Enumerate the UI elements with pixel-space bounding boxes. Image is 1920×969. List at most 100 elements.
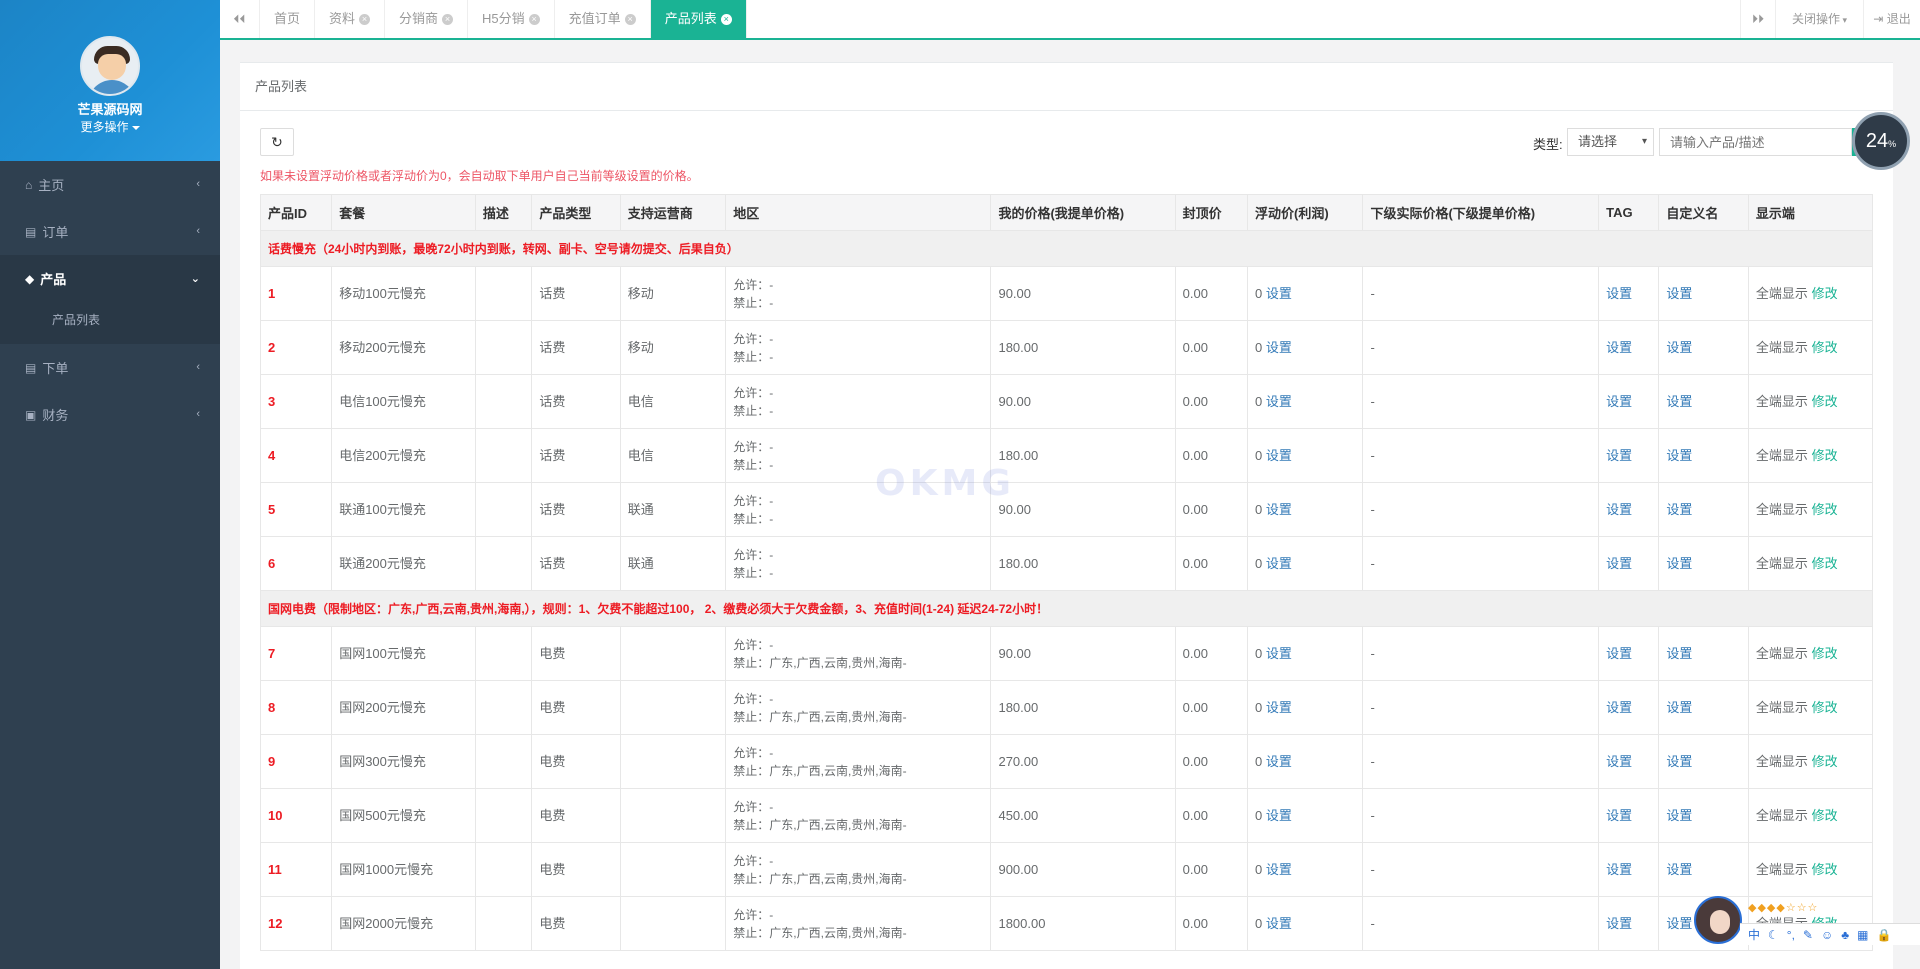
- tab-2[interactable]: 分销商 ×: [385, 0, 469, 38]
- tab-0[interactable]: 首页: [260, 0, 316, 38]
- custom-name-set-link[interactable]: 设置: [1666, 808, 1692, 823]
- display-edit-link[interactable]: 修改: [1812, 754, 1838, 769]
- tag-set-link[interactable]: 设置: [1606, 916, 1632, 931]
- custom-name-set-link[interactable]: 设置: [1666, 394, 1692, 409]
- float-set-link[interactable]: 设置: [1266, 916, 1292, 931]
- avatar[interactable]: [80, 36, 140, 96]
- product-id: 11: [259, 842, 333, 897]
- chevron-left-icon: ‹: [196, 178, 200, 190]
- product-id: 9: [259, 734, 333, 789]
- tab-5[interactable]: 产品列表 ×: [650, 0, 747, 38]
- float-set-link[interactable]: 设置: [1266, 286, 1292, 301]
- float-set-link[interactable]: 设置: [1266, 700, 1292, 715]
- tag-set-link[interactable]: 设置: [1606, 808, 1632, 823]
- tag-set-link[interactable]: 设置: [1606, 754, 1632, 769]
- custom-name-cell: 设置: [1658, 482, 1749, 537]
- custom-name-set-link[interactable]: 设置: [1666, 286, 1692, 301]
- skin-icon[interactable]: ♣: [1841, 928, 1849, 942]
- display-edit-link[interactable]: 修改: [1812, 502, 1838, 517]
- float-set-link[interactable]: 设置: [1266, 862, 1292, 877]
- moon-icon[interactable]: ☾: [1768, 928, 1779, 942]
- float-set-link[interactable]: 设置: [1266, 754, 1292, 769]
- tag-set-link[interactable]: 设置: [1606, 502, 1632, 517]
- sidebar-item-4[interactable]: ▣ 财务 ‹: [0, 391, 220, 438]
- product-desc: [474, 788, 533, 843]
- tag-set-link[interactable]: 设置: [1606, 646, 1632, 661]
- custom-name-set-link[interactable]: 设置: [1666, 916, 1692, 931]
- float-value: 0: [1255, 807, 1263, 823]
- tag-set-link[interactable]: 设置: [1606, 448, 1632, 463]
- tag-set-link[interactable]: 设置: [1606, 286, 1632, 301]
- sidebar-item-0[interactable]: ⌂ 主页 ‹: [0, 161, 220, 208]
- tab-3[interactable]: H5分销 ×: [468, 0, 555, 38]
- tabs-scroll-right-button[interactable]: ⏵⏵: [1740, 0, 1776, 38]
- table-row: 3 电信100元慢充 话费 电信 允许：- 禁止：- 90.00 0.00 0 设置 - 设置 设置全…: [259, 374, 1874, 429]
- ime-language-label[interactable]: 中: [1748, 926, 1760, 943]
- refresh-button[interactable]: ↻: [260, 128, 294, 156]
- close-ops-dropdown[interactable]: 关闭操作 ▾: [1776, 0, 1864, 38]
- close-icon[interactable]: ×: [624, 14, 636, 26]
- chevron-left-icon: ‹: [196, 225, 200, 237]
- column-header: 显示端: [1747, 194, 1874, 231]
- custom-name-set-link[interactable]: 设置: [1666, 448, 1692, 463]
- float-set-link[interactable]: 设置: [1266, 556, 1292, 571]
- tab-1[interactable]: 资料 ×: [315, 0, 386, 38]
- display-cell: 全端显示 修改: [1747, 680, 1874, 735]
- cap-price: 0.00: [1174, 536, 1249, 591]
- grid-icon[interactable]: ▦: [1857, 928, 1868, 942]
- search-input[interactable]: [1659, 128, 1852, 156]
- display-edit-link[interactable]: 修改: [1812, 556, 1838, 571]
- tab-4[interactable]: 充值订单 ×: [555, 0, 651, 38]
- float-set-link[interactable]: 设置: [1266, 340, 1292, 355]
- display-edit-link[interactable]: 修改: [1812, 448, 1838, 463]
- custom-name-set-link[interactable]: 设置: [1666, 646, 1692, 661]
- float-set-link[interactable]: 设置: [1266, 646, 1292, 661]
- type-select[interactable]: 请选择 ▾: [1567, 128, 1654, 156]
- wrench-icon[interactable]: ✎: [1803, 928, 1813, 942]
- product-type: 电费: [531, 842, 621, 897]
- product-carrier: 电信: [619, 374, 727, 429]
- emoji-icon[interactable]: ☺: [1821, 928, 1833, 942]
- tag-set-link[interactable]: 设置: [1606, 340, 1632, 355]
- custom-name-set-link[interactable]: 设置: [1666, 862, 1692, 877]
- punctuation-icon[interactable]: °,: [1787, 928, 1795, 942]
- display-edit-link[interactable]: 修改: [1812, 700, 1838, 715]
- tabs-scroll-left-button[interactable]: ⏴⏴: [220, 0, 260, 38]
- sidebar-item-3[interactable]: ▤ 下单 ‹: [0, 344, 220, 391]
- custom-name-set-link[interactable]: 设置: [1666, 556, 1692, 571]
- float-set-link[interactable]: 设置: [1266, 808, 1292, 823]
- sidebar-subitem-0[interactable]: 产品列表: [0, 302, 220, 338]
- tag-set-link[interactable]: 设置: [1606, 862, 1632, 877]
- display-edit-link[interactable]: 修改: [1812, 340, 1838, 355]
- float-set-link[interactable]: 设置: [1266, 394, 1292, 409]
- custom-name-set-link[interactable]: 设置: [1666, 340, 1692, 355]
- logout-button[interactable]: ⇥ 退出: [1864, 0, 1920, 38]
- close-icon[interactable]: ×: [359, 14, 371, 26]
- display-edit-link[interactable]: 修改: [1812, 646, 1838, 661]
- custom-name-set-link[interactable]: 设置: [1666, 754, 1692, 769]
- close-icon[interactable]: ×: [442, 14, 454, 26]
- display-edit-link[interactable]: 修改: [1812, 862, 1838, 877]
- group-row: 话费慢充（24小时内到账，最晚72小时内到账，转网、副卡、空号请勿提交、后果自负…: [260, 230, 1873, 267]
- sub-price: -: [1362, 842, 1600, 897]
- sidebar-item-1[interactable]: ▤ 订单 ‹: [0, 208, 220, 255]
- product-region: 允许：- 禁止：-: [725, 320, 992, 375]
- close-icon[interactable]: ×: [720, 14, 732, 26]
- float-set-link[interactable]: 设置: [1266, 448, 1292, 463]
- more-actions-dropdown[interactable]: 更多操作: [0, 118, 220, 135]
- tag-set-link[interactable]: 设置: [1606, 394, 1632, 409]
- custom-name-set-link[interactable]: 设置: [1666, 700, 1692, 715]
- sidebar-item-2[interactable]: ◆ 产品 ⌄: [0, 255, 220, 302]
- float-set-link[interactable]: 设置: [1266, 502, 1292, 517]
- ime-toolbar[interactable]: 中 ☾ °, ✎ ☺ ♣ ▦ 🔒: [1740, 923, 1920, 945]
- performance-gauge[interactable]: 24%: [1852, 112, 1910, 170]
- custom-name-set-link[interactable]: 设置: [1666, 502, 1692, 517]
- lock-icon[interactable]: 🔒: [1876, 928, 1891, 942]
- display-edit-link[interactable]: 修改: [1812, 286, 1838, 301]
- tag-set-link[interactable]: 设置: [1606, 700, 1632, 715]
- ime-avatar[interactable]: [1694, 896, 1742, 944]
- tag-set-link[interactable]: 设置: [1606, 556, 1632, 571]
- close-icon[interactable]: ×: [528, 14, 540, 26]
- display-edit-link[interactable]: 修改: [1812, 808, 1838, 823]
- display-edit-link[interactable]: 修改: [1812, 394, 1838, 409]
